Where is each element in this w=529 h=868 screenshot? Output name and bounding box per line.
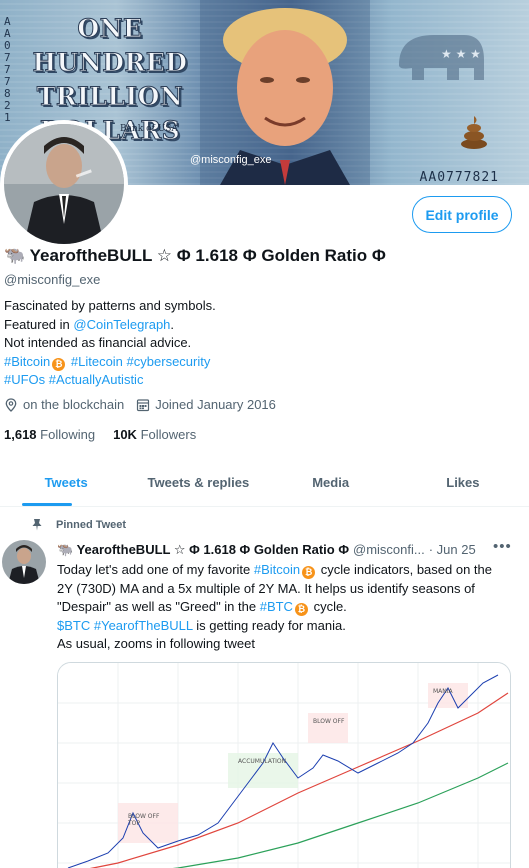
tweet-line: $BTC #YearofTheBULL is getting ready for… xyxy=(57,617,517,636)
bio-line: Not intended as financial advice. xyxy=(4,335,192,351)
hashtag-yearofthebull-link[interactable]: #YearofTheBULL xyxy=(94,618,193,633)
pinned-tweet-label: Pinned Tweet xyxy=(32,518,126,531)
tab-likes[interactable]: Likes xyxy=(397,458,529,506)
tweet-header: 🐃 YearoftheBULL ☆ Φ 1.618 Φ Golden Ratio… xyxy=(57,542,517,558)
svg-text:BLOW OFF: BLOW OFF xyxy=(313,718,345,725)
profile-counts: 1,618 Following 10K Followers xyxy=(4,427,214,442)
location-text: on the blockchain xyxy=(23,397,125,412)
following-link[interactable]: 1,618 Following xyxy=(4,427,95,442)
tweet-line: Today let's add one of my favorite #Bitc… xyxy=(57,561,517,580)
bio-line: Fascinated by patterns and symbols. xyxy=(4,298,216,313)
tweet-avatar-photo xyxy=(2,540,46,584)
profile-meta: on the blockchain Joined January 2016 xyxy=(4,397,288,412)
tweet-line: "Despair" as well as "Greed" in the #BTC… xyxy=(57,598,517,617)
pin-icon xyxy=(32,519,42,531)
tab-media[interactable]: Media xyxy=(265,458,397,506)
tweet-text-part: cycle indicators, based on the xyxy=(317,562,493,577)
profile-bio: Fascinated by patterns and symbols. Feat… xyxy=(4,297,504,390)
followers-link[interactable]: 10K Followers xyxy=(113,427,196,442)
bio-line: Featured in @CoinTelegraph. xyxy=(4,316,504,335)
svg-text:TOP: TOP xyxy=(127,820,140,827)
followers-count: 10K xyxy=(113,427,137,442)
svg-text:BLOW OFF: BLOW OFF xyxy=(128,813,160,820)
svg-text:★ ★ ★: ★ ★ ★ xyxy=(441,47,481,61)
banner-watermark: @misconfig_exe xyxy=(190,154,272,166)
tweet-text-part: is getting ready for mania. xyxy=(192,617,346,633)
pinned-text: Pinned Tweet xyxy=(56,518,127,531)
btc-chart-image: BLOW OFFTOP ACCUMULATION BLOW OFF MANIA xyxy=(58,663,510,868)
banner-bank-text: Bank of USA xyxy=(120,124,178,134)
banner-serial: AA0777821 xyxy=(419,170,499,185)
tweet-line: 2Y (730D) MA and a 5x multiple of 2Y MA.… xyxy=(57,580,475,596)
tweet-text: Today let's add one of my favorite #Bitc… xyxy=(57,561,517,654)
svg-text:MANIA: MANIA xyxy=(433,688,454,695)
tweet-text-part: Today let's add one of my favorite xyxy=(57,562,254,577)
profile-location: on the blockchain xyxy=(4,397,124,412)
tab-tweets[interactable]: Tweets xyxy=(0,458,132,506)
followers-label: Followers xyxy=(140,427,197,442)
hashtag-btc-link[interactable]: #BTC xyxy=(260,599,293,614)
hashtag-litecoin-link[interactable]: #Litecoin xyxy=(71,354,123,369)
bitcoin-icon: ₿ xyxy=(294,603,308,617)
bio-line: #UFOs #ActuallyAutistic xyxy=(4,371,504,390)
elephant-icon: ★ ★ ★ xyxy=(399,35,484,80)
tweet-author-handle[interactable]: @misconfi... xyxy=(353,542,425,558)
edit-profile-button[interactable]: Edit profile xyxy=(412,196,512,233)
tweet-text-part: "Despair" as well as "Greed" in the xyxy=(57,599,260,615)
hashtag-cybersecurity-link[interactable]: #cybersecurity xyxy=(127,354,211,369)
location-pin-icon xyxy=(5,397,17,412)
hashtag-bitcoin-link[interactable]: #Bitcoin xyxy=(254,562,300,577)
cashtag-btc-link[interactable]: $BTC xyxy=(57,618,90,633)
svg-text:ACCUMULATION: ACCUMULATION xyxy=(238,758,286,765)
poop-emoji-icon xyxy=(461,116,487,149)
joined-text: Joined January 2016 xyxy=(155,397,276,412)
avatar-photo xyxy=(4,124,124,244)
bio-line: #Bitcoin ₿ #Litecoin #cybersecurity xyxy=(4,353,504,372)
profile-tabs: Tweets Tweets & replies Media Likes xyxy=(0,458,529,507)
tweet-avatar[interactable] xyxy=(2,540,46,584)
hashtag-ufos-link[interactable]: #UFOs xyxy=(4,372,45,387)
bitcoin-icon: ₿ xyxy=(302,566,316,579)
banner-serial-vertical: AA0777821 xyxy=(4,15,11,124)
bio-featured-suffix: . xyxy=(170,316,175,332)
cointelegraph-mention-link[interactable]: @CoinTelegraph xyxy=(73,317,170,332)
bitcoin-icon: ₿ xyxy=(52,357,66,371)
bio-featured-prefix: Featured in xyxy=(4,316,74,332)
tab-tweets-replies[interactable]: Tweets & replies xyxy=(132,458,264,506)
profile-joined: Joined January 2016 xyxy=(136,397,276,412)
following-label: Following xyxy=(40,427,96,442)
tweet-date[interactable]: · Jun 25 xyxy=(429,542,476,558)
profile-display-name: 🐃 YearoftheBULL ☆ Φ 1.618 Φ Golden Ratio… xyxy=(4,246,386,265)
profile-avatar[interactable] xyxy=(0,120,128,248)
calendar-icon xyxy=(137,398,150,411)
profile-handle: @misconfig_exe xyxy=(4,272,101,287)
tweet-author-name[interactable]: 🐃 YearoftheBULL ☆ Φ 1.618 Φ Golden Ratio… xyxy=(57,542,349,558)
tweet-media-image[interactable]: BLOW OFF TOP ACCUMULATION BLOW OFF MANIA xyxy=(57,662,511,868)
hashtag-bitcoin-link[interactable]: #Bitcoin xyxy=(4,354,50,369)
tweet-line: As usual, zooms in following tweet xyxy=(57,636,255,652)
hashtag-actuallyautistic-link[interactable]: #ActuallyAutistic xyxy=(49,372,144,387)
more-options-icon[interactable]: ••• xyxy=(493,538,512,555)
tweet-text-part: cycle. xyxy=(309,599,347,615)
following-count: 1,618 xyxy=(4,427,37,442)
